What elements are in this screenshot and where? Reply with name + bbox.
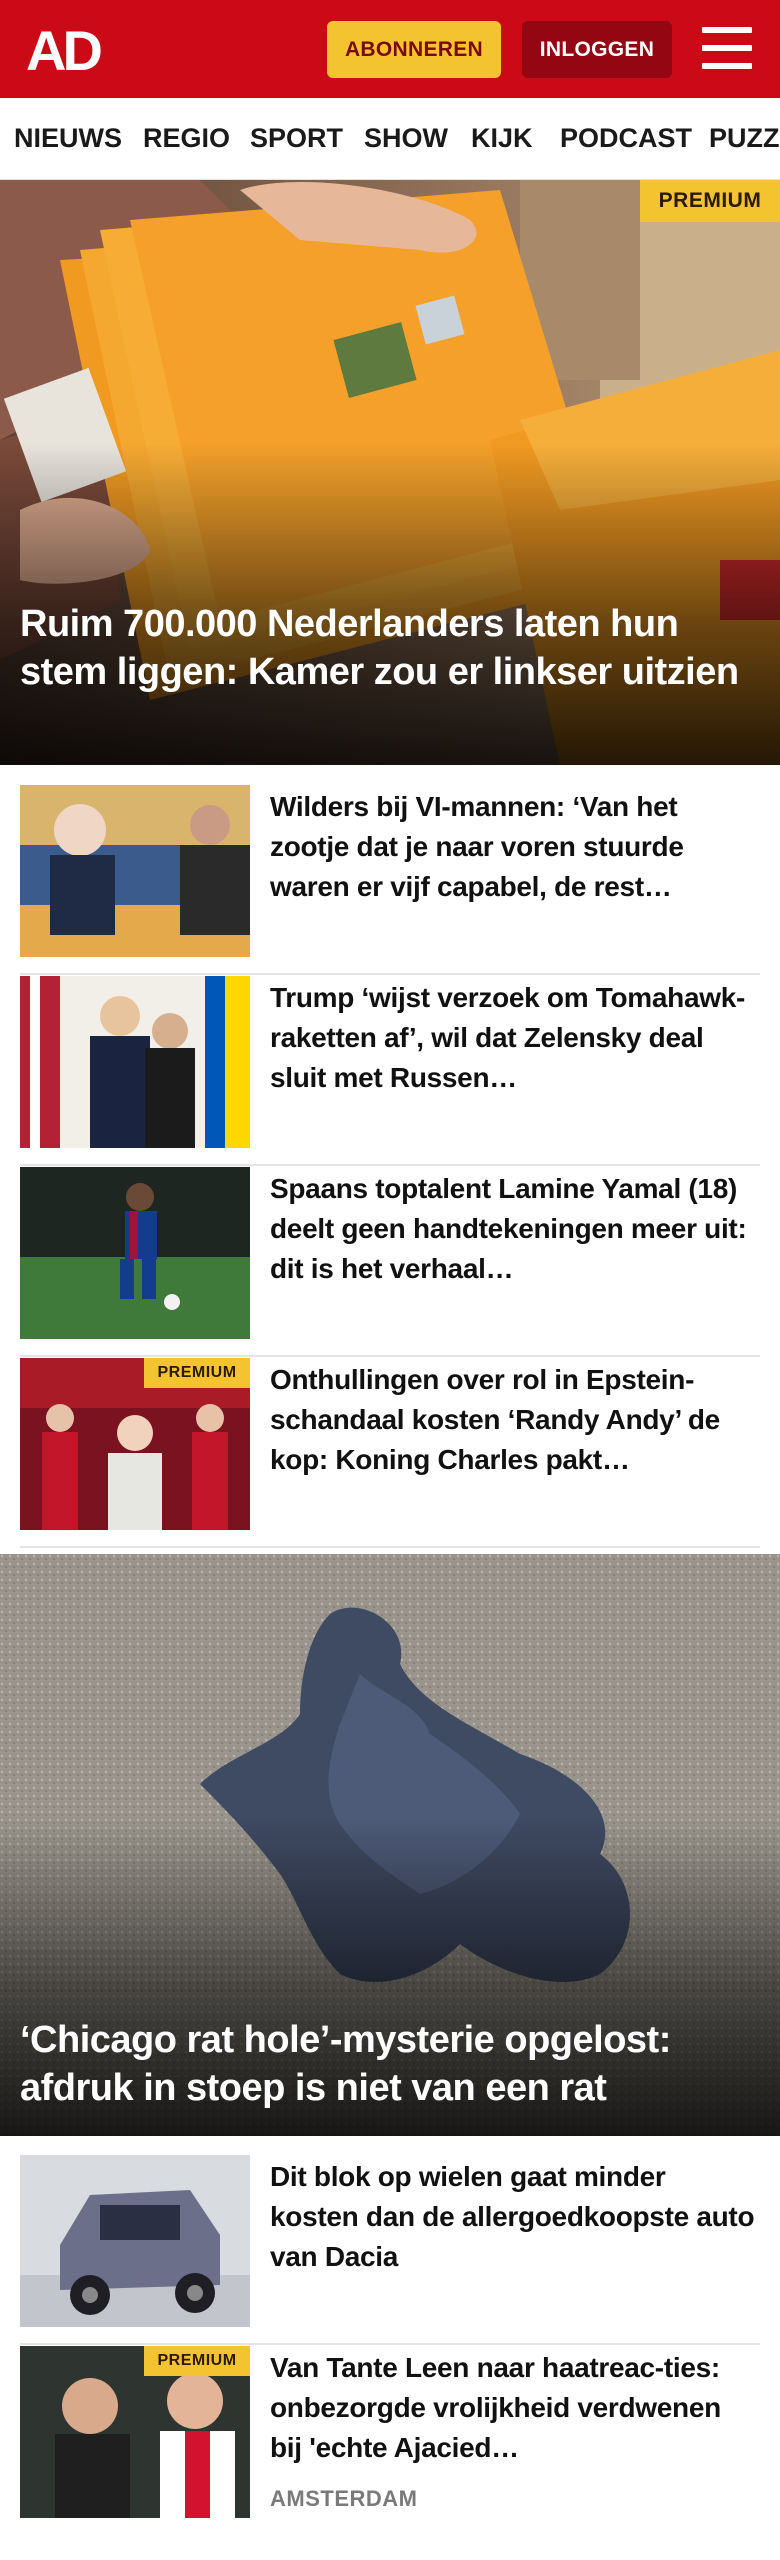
nav-item-podcast[interactable]: PODCAST: [560, 123, 692, 154]
hero-title[interactable]: Ruim 700.000 Nederlanders laten hun stem…: [20, 600, 762, 696]
nav-item-puzzel[interactable]: PUZZ: [709, 123, 780, 154]
premium-badge: PREMIUM: [144, 2346, 250, 2376]
list-item[interactable]: Dit blok op wielen gaat minder kosten da…: [20, 2155, 760, 2345]
svg-text:AD: AD: [26, 26, 101, 74]
article-title[interactable]: Onthullingen over rol in Epstein-schanda…: [270, 1360, 760, 1480]
nav-item-nieuws[interactable]: NIEUWS: [14, 123, 122, 154]
article-title[interactable]: Van Tante Leen naar haatreac-ties: onbez…: [270, 2348, 760, 2468]
ad-logo[interactable]: AD: [26, 26, 116, 74]
list-item[interactable]: PREMIUM Onthullingen over rol in Epstein…: [20, 1358, 760, 1548]
list-item[interactable]: Wilders bij VI-mannen: ‘Van het zootje d…: [20, 785, 760, 975]
nav-item-sport[interactable]: SPORT: [250, 123, 343, 154]
section-nav: NIEUWS REGIO SPORT SHOW KIJK PODCAST PUZ…: [0, 98, 780, 180]
list-item[interactable]: Spaans toptalent Lamine Yamal (18) deelt…: [20, 1167, 760, 1357]
premium-badge: PREMIUM: [144, 1358, 250, 1388]
article-region-label[interactable]: AMSTERDAM: [270, 2486, 418, 2512]
article-thumbnail: [20, 785, 250, 957]
article-title[interactable]: Spaans toptalent Lamine Yamal (18) deelt…: [270, 1169, 760, 1289]
hero-title[interactable]: ‘Chicago rat hole’-mysterie opgelost: af…: [20, 2016, 762, 2112]
subscribe-button[interactable]: ABONNEREN: [327, 21, 501, 78]
article-thumbnail: PREMIUM: [20, 1358, 250, 1530]
premium-badge: PREMIUM: [640, 180, 780, 222]
site-header: AD ABONNEREN INLOGGEN: [0, 0, 780, 98]
article-thumbnail: PREMIUM: [20, 2346, 250, 2518]
article-title[interactable]: Wilders bij VI-mannen: ‘Van het zootje d…: [270, 787, 760, 907]
hamburger-menu-icon[interactable]: [702, 27, 752, 69]
article-title[interactable]: Dit blok op wielen gaat minder kosten da…: [270, 2157, 760, 2277]
list-item[interactable]: Trump ‘wijst verzoek om Tomahawk-rakette…: [20, 976, 760, 1166]
article-thumbnail: [20, 976, 250, 1148]
nav-item-show[interactable]: SHOW: [364, 123, 448, 154]
nav-item-kijk[interactable]: KIJK: [471, 123, 533, 154]
hero-article-rat-hole[interactable]: ‘Chicago rat hole’-mysterie opgelost: af…: [0, 1554, 780, 2136]
article-thumbnail: [20, 1167, 250, 1339]
hero-article-envelopes[interactable]: PREMIUM Ruim 700.000 Nederlanders laten …: [0, 180, 780, 765]
list-item[interactable]: PREMIUM Van Tante Leen naar haatreac-tie…: [20, 2346, 760, 2546]
nav-item-regio[interactable]: REGIO: [143, 123, 230, 154]
article-title[interactable]: Trump ‘wijst verzoek om Tomahawk-rakette…: [270, 978, 760, 1098]
login-button[interactable]: INLOGGEN: [522, 21, 672, 78]
article-thumbnail: [20, 2155, 250, 2327]
